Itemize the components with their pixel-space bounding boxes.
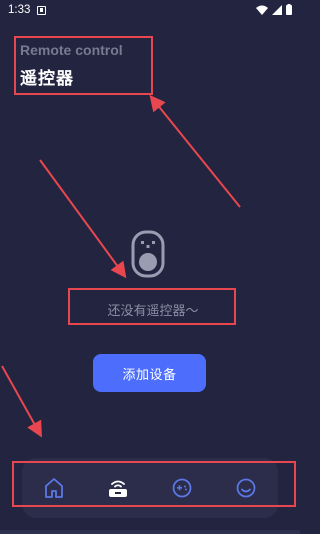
annotation-arrow-header	[149, 94, 241, 208]
annotation-arrows	[1, 94, 241, 438]
annotation-arrow-nav	[1, 365, 42, 438]
annotation-arrow-remote	[39, 159, 127, 279]
